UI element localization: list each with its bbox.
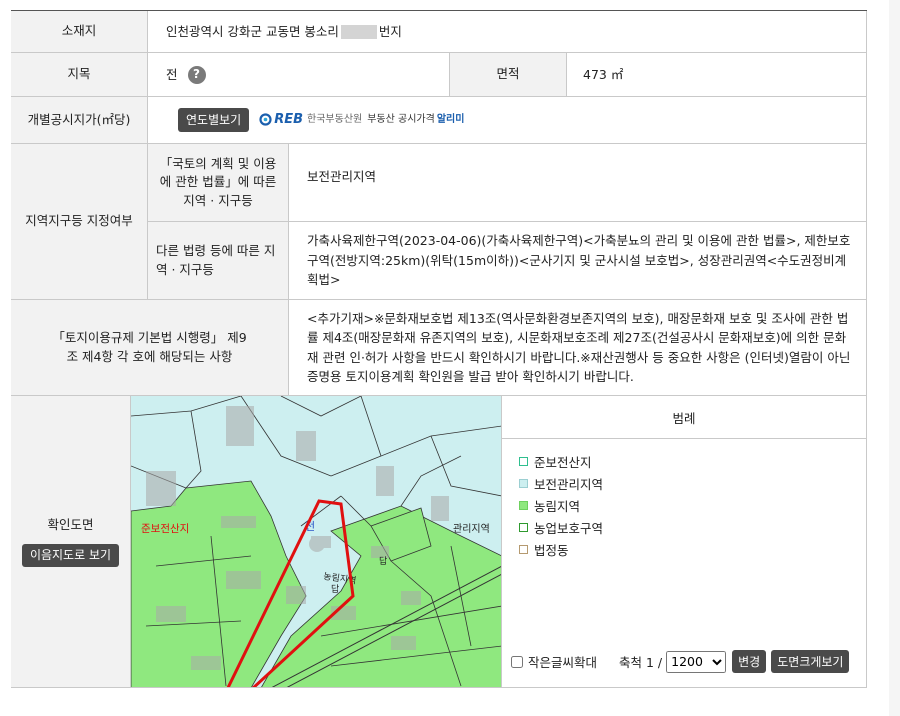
map-label: 확인도면 xyxy=(47,516,94,532)
legend-item: 농림지역 xyxy=(519,496,866,515)
area-value: 473 ㎡ xyxy=(567,53,867,97)
reb-org: 한국부동산원 xyxy=(307,114,363,126)
legend-item: 보전관리지역 xyxy=(519,474,866,493)
scale-change-button[interactable]: 변경 xyxy=(732,650,767,673)
land-use-map[interactable]: 준보전산지 관리지역 농림지역 답 답 전 xyxy=(131,396,502,688)
zone-label: 지역지구등 지정여부 xyxy=(11,144,148,300)
legend-label: 농업보호구역 xyxy=(534,521,604,536)
map-view[interactable]: 준보전산지 관리지역 농림지역 답 답 전 xyxy=(131,396,502,688)
legend-label: 보전관리지역 xyxy=(534,477,604,492)
zone-other-value: 가축사육제한구역(2023-04-06)(가축사육제한구역)<가축분뇨의 관리 … xyxy=(289,222,867,300)
legend-label: 준보전산지 xyxy=(534,455,592,470)
price-label: 개별공시지가(㎡당) xyxy=(11,97,148,144)
legend-swatch-semi-forest xyxy=(519,457,528,466)
eum-map-button[interactable]: 이음지도로 보기 xyxy=(21,543,120,568)
map-label-cell: 확인도면 이음지도로 보기 xyxy=(11,396,131,688)
legend-swatch-conservation xyxy=(519,479,528,488)
reb-banner-link[interactable]: REB 한국부동산원 부동산 공시가격 알리미 xyxy=(259,110,464,130)
regulation-label: 「토지이용규제 기본법 시행령」 제9조 제4항 각 호에 해당되는 사항 xyxy=(11,300,289,396)
map-controls: 작은글씨확대 축척 1 / 1200 변경 도면크게보기 xyxy=(511,650,850,673)
question-icon[interactable]: ? xyxy=(187,65,206,84)
location-value-cell: 인천광역시 강화군 교동면 봉소리 번지 xyxy=(148,11,867,53)
vertical-scrollbar[interactable] xyxy=(889,0,900,716)
area-label: 면적 xyxy=(450,53,567,97)
map-label-lot2: 답 xyxy=(379,555,387,567)
category-label: 지목 xyxy=(11,53,148,97)
legend-item: 준보전산지 xyxy=(519,452,866,471)
zone-national-value: 보전관리지역 xyxy=(289,144,867,222)
scale-select[interactable]: 1200 xyxy=(666,650,727,673)
location-suffix: 번지 xyxy=(378,23,402,39)
legend-label: 법정동 xyxy=(534,543,569,558)
legend-item: 법정동 xyxy=(519,540,866,559)
legend-swatch-farmland xyxy=(519,501,528,510)
location-label: 소재지 xyxy=(11,11,148,53)
legend-label: 농림지역 xyxy=(534,499,581,514)
map-label-zone2: 관리지역 xyxy=(453,523,490,535)
small-text-zoom-checkbox[interactable] xyxy=(511,655,523,668)
map-label-lot: 답 xyxy=(331,583,339,595)
legend-swatch-legal-dong xyxy=(519,545,528,554)
legend-panel: 범례 준보전산지 보전관리지역 농림지역 농업보호구역 법정동 작은글씨확대 축… xyxy=(502,396,867,688)
reb-app: 알리미 xyxy=(436,114,465,126)
year-view-button[interactable]: 연도별보기 xyxy=(178,107,250,133)
zone-other-label: 다른 법령 등에 따른 지역 · 지구등 xyxy=(148,222,289,300)
price-value-cell: 연도별보기 REB 한국부동산원 부동산 공시가격 알리미 xyxy=(148,97,867,144)
reb-service: 부동산 공시가격 xyxy=(367,114,435,126)
reb-logo-icon xyxy=(259,113,272,127)
regulation-value: <추가기재>※문화재보호법 제13조(역사문화환경보존지역의 보호), 매장문화… xyxy=(289,300,867,396)
small-text-zoom-label[interactable]: 작은글씨확대 xyxy=(528,652,597,671)
reb-logo-text: REB xyxy=(274,111,304,127)
location-value: 인천광역시 강화군 교동면 봉소리 xyxy=(166,23,339,39)
legend-title: 범례 xyxy=(502,396,866,439)
category-value: 전 xyxy=(166,66,178,82)
legend-list: 준보전산지 보전관리지역 농림지역 농업보호구역 법정동 xyxy=(502,439,866,559)
scale-label: 축척 1 / xyxy=(619,655,663,670)
land-use-plan-table: 소재지 인천광역시 강화군 교동면 봉소리 번지 지목 전 ? 면적 473 ㎡… xyxy=(11,10,867,688)
category-value-cell: 전 ? xyxy=(148,53,450,97)
view-large-map-button[interactable]: 도면크게보기 xyxy=(771,650,850,673)
map-label-zone1: 준보전산지 xyxy=(141,523,189,535)
legend-swatch-agri-protection xyxy=(519,523,528,532)
location-redacted xyxy=(340,24,377,39)
legend-item: 농업보호구역 xyxy=(519,518,866,537)
zone-national-label: 「국토의 계획 및 이용 에 관한 법률」에 따른 지역 · 지구등 xyxy=(148,144,289,222)
